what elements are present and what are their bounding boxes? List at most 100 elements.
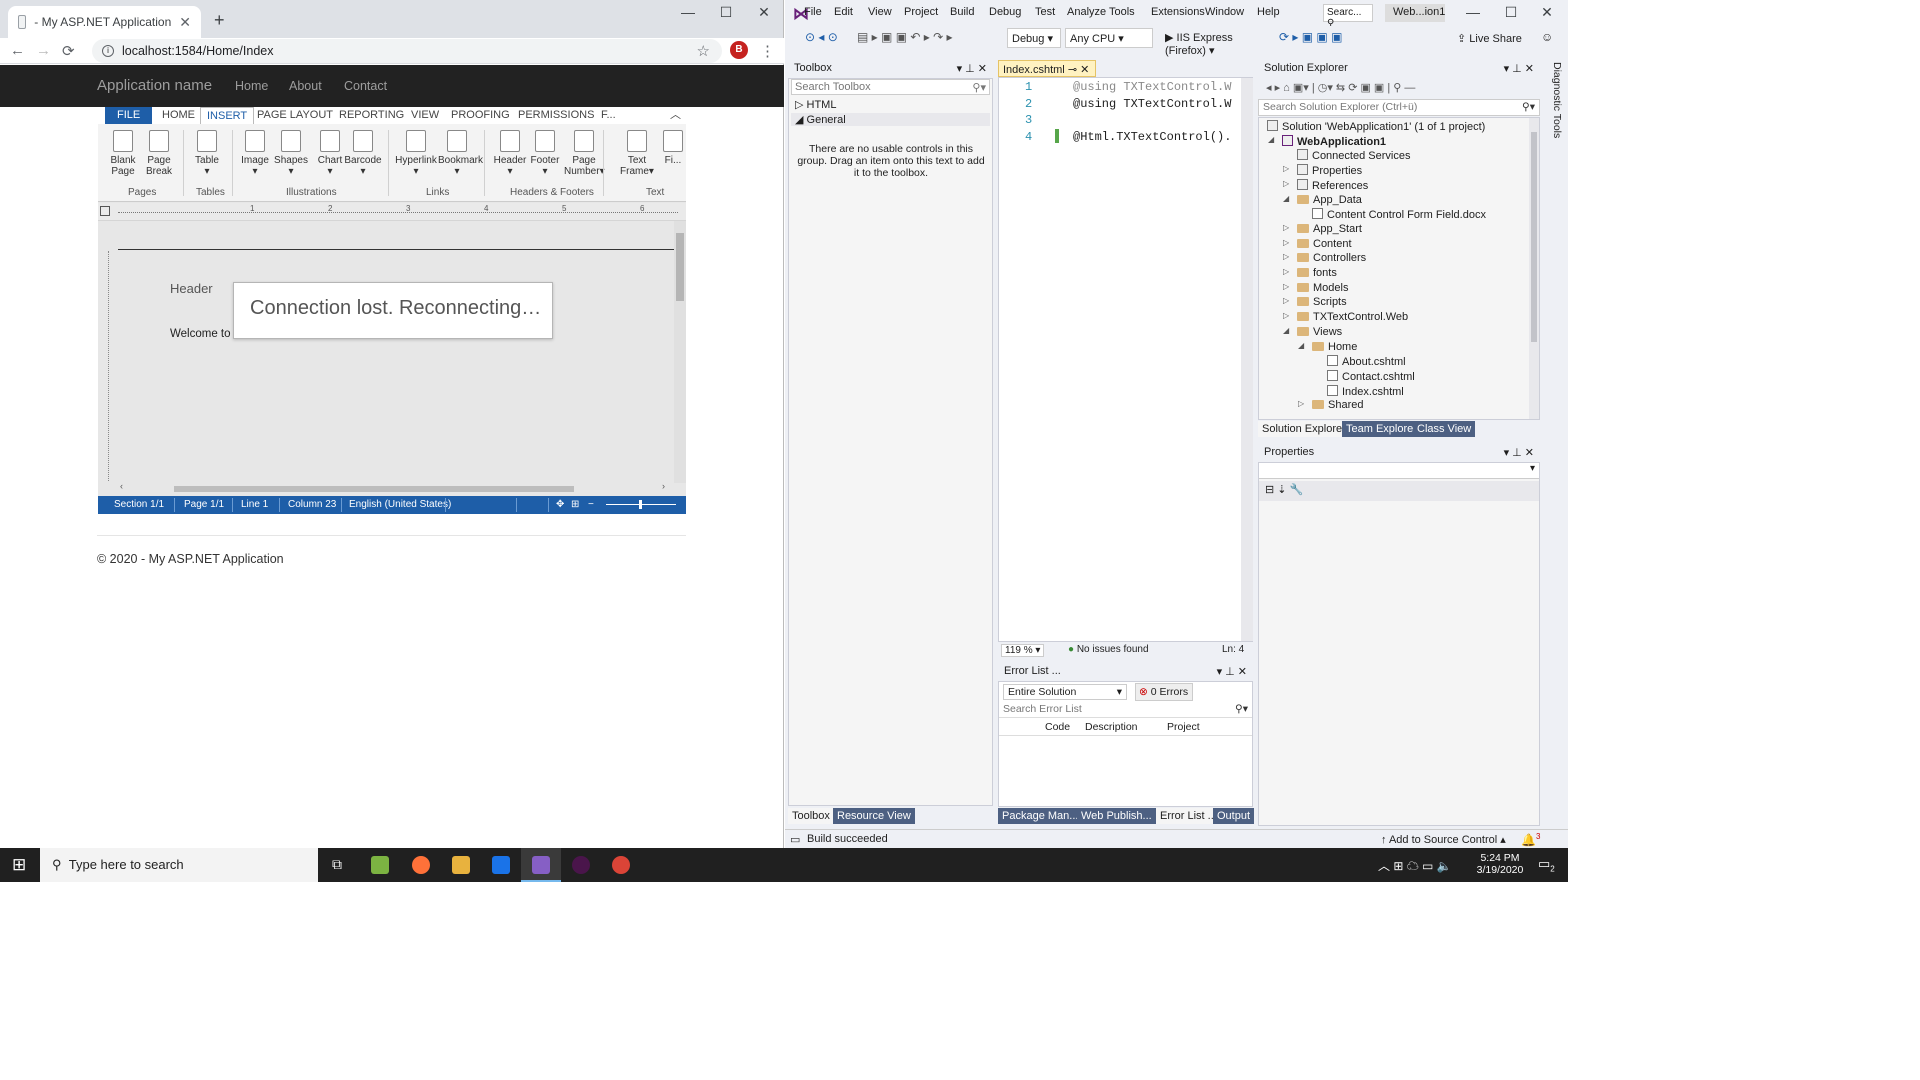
editor-vscroll[interactable] xyxy=(1241,78,1253,641)
footer-button[interactable]: Footer ▾ xyxy=(530,130,560,177)
clock[interactable]: 5:24 PM 3/19/2020 xyxy=(1472,852,1528,876)
col-code[interactable]: Code xyxy=(1045,721,1070,733)
horizontal-scrollbar[interactable]: ‹ › xyxy=(118,481,668,494)
collapse-icon[interactable]: ◢ xyxy=(1283,194,1289,203)
menu-window[interactable]: Window xyxy=(1205,6,1244,18)
nav-home[interactable]: Home xyxy=(235,79,268,93)
barcode-button[interactable]: Barcode ▾ xyxy=(344,130,382,177)
hyperlink-button[interactable]: Hyperlink ▾ xyxy=(394,130,438,177)
tab-class-view[interactable]: Class View xyxy=(1413,421,1476,437)
tab-more[interactable]: F... xyxy=(595,107,622,124)
teamviewer-icon[interactable] xyxy=(492,856,510,874)
menu-extensions[interactable]: Extensions xyxy=(1151,6,1205,18)
vs-close[interactable]: ✕ xyxy=(1527,4,1567,21)
site-brand[interactable]: Application name xyxy=(97,77,212,94)
tab-package-manager[interactable]: Package Man... xyxy=(998,808,1083,824)
scroll-thumb[interactable] xyxy=(676,233,684,301)
code-line[interactable]: 3 xyxy=(999,113,1239,129)
action-center-icon[interactable]: ▭2 xyxy=(1538,856,1555,874)
tree-item[interactable]: ▷ App_Start xyxy=(1283,223,1362,235)
tab-view[interactable]: VIEW xyxy=(405,107,445,124)
vs-maximize[interactable]: ☐ xyxy=(1491,4,1531,21)
table-button[interactable]: Table ▾ xyxy=(194,130,220,177)
notifications-icon[interactable]: 🔔3 xyxy=(1521,832,1540,847)
tree-item[interactable]: Index.cshtml xyxy=(1327,384,1404,398)
collapse-icon[interactable]: ◢ xyxy=(1283,326,1289,335)
menu-analyze[interactable]: Analyze xyxy=(1067,6,1106,18)
h-scroll-thumb[interactable] xyxy=(174,486,574,492)
notepad-icon[interactable] xyxy=(371,856,389,874)
error-search[interactable]: Search Error List ⚲▾ xyxy=(999,702,1252,718)
menu-project[interactable]: Project xyxy=(904,6,938,18)
page-number-button[interactable]: Page Number▾ xyxy=(564,130,605,177)
task-view-icon[interactable]: ⧉ xyxy=(332,856,342,873)
new-tab-button[interactable]: + xyxy=(214,10,225,31)
chrome-icon[interactable] xyxy=(612,856,630,874)
properties-toolbar[interactable]: ⊟ ⇣ 🔧 xyxy=(1259,481,1539,501)
tab-permissions[interactable]: PERMISSIONS xyxy=(512,107,600,124)
expand-icon[interactable]: ▷ xyxy=(1283,267,1289,276)
diagnostic-tools-tab[interactable]: Diagnostic Tools xyxy=(1545,60,1563,140)
text-frame-button[interactable]: Text Frame▾ xyxy=(620,130,654,177)
vs-search-box[interactable]: Searc... ⚲ xyxy=(1323,4,1373,29)
scope-dropdown[interactable]: Entire Solution ▾ xyxy=(1003,684,1127,700)
tree-item[interactable]: Connected Services xyxy=(1297,149,1410,162)
tree-item[interactable]: ▷ fonts xyxy=(1283,267,1337,279)
tree-item[interactable]: ▷ TXTextControl.Web xyxy=(1283,311,1408,323)
feedback-icon[interactable]: ☺ xyxy=(1541,30,1553,44)
close-tab-icon[interactable]: ✕ xyxy=(1080,64,1089,76)
expand-icon[interactable]: ▷ xyxy=(1283,179,1289,188)
se-search[interactable]: Search Solution Explorer (Ctrl+ü) ⚲▾ xyxy=(1258,99,1540,116)
body-text[interactable]: Welcome to T xyxy=(170,328,241,340)
zoom-dropdown[interactable]: 119 % ▾ xyxy=(1001,644,1045,657)
tree-item[interactable]: ◢ Views xyxy=(1283,326,1342,338)
tree-item[interactable]: ▷ Properties xyxy=(1283,164,1362,177)
expand-icon[interactable]: ▷ xyxy=(1298,399,1304,408)
firefox-icon[interactable] xyxy=(412,856,430,874)
tree-item[interactable]: ▷ Scripts xyxy=(1283,296,1347,308)
expand-icon[interactable]: ▷ xyxy=(1283,164,1289,173)
config-dropdown[interactable]: Debug ▾ xyxy=(1007,28,1061,48)
browser-menu-icon[interactable]: ⋮ xyxy=(760,42,775,60)
tree-item[interactable]: About.cshtml xyxy=(1327,355,1406,368)
chart-button[interactable]: Chart ▾ xyxy=(317,130,343,177)
header-text[interactable]: Header xyxy=(170,281,213,296)
maximize-button[interactable]: ☐ xyxy=(706,4,746,21)
zoom-out-icon[interactable]: − xyxy=(588,499,594,510)
source-control-button[interactable]: ↑ Add to Source Control ▴ xyxy=(1381,833,1506,846)
se-scroll-thumb[interactable] xyxy=(1531,132,1537,342)
tree-item[interactable]: ▷ Shared xyxy=(1298,399,1363,411)
url-field[interactable]: i localhost:1584/Home/Index ☆ xyxy=(92,39,722,63)
tree-item[interactable]: Content Control Form Field.docx xyxy=(1312,208,1486,221)
zoom-fit-icon[interactable]: ✥ xyxy=(556,499,564,510)
scroll-left-icon[interactable]: ‹ xyxy=(120,481,123,491)
properties-object-dropdown[interactable]: ▾ xyxy=(1259,463,1539,479)
bottom-tab-toolbox[interactable]: Toolbox xyxy=(788,808,834,824)
blank-page-button[interactable]: Blank Page xyxy=(106,130,140,177)
code-line[interactable]: 2 @using TXTextControl.W xyxy=(999,97,1239,113)
pin-icon[interactable]: ⊸ xyxy=(1068,64,1077,76)
code-editor[interactable]: 1 @using TXTextControl.W 2 @using TXTextCon… xyxy=(998,77,1253,642)
tab-proofing[interactable]: PROOFING xyxy=(445,107,516,124)
platform-dropdown[interactable]: Any CPU ▾ xyxy=(1065,28,1153,48)
col-description[interactable]: Description xyxy=(1085,721,1138,733)
menu-debug[interactable]: Debug xyxy=(989,6,1021,18)
bottom-tab-resource-view[interactable]: Resource View xyxy=(833,808,915,824)
image-button[interactable]: Image ▾ xyxy=(240,130,270,177)
forward-button[interactable]: → xyxy=(36,42,51,59)
vs-minimize[interactable]: — xyxy=(1453,4,1493,20)
profile-avatar[interactable]: B xyxy=(730,41,748,59)
header-button[interactable]: Header ▾ xyxy=(493,130,527,177)
minimize-button[interactable]: — xyxy=(668,4,708,20)
tree-item[interactable]: ▷ Controllers xyxy=(1283,252,1366,264)
close-tab-icon[interactable]: ✕ xyxy=(179,14,191,31)
save-all-icon[interactable]: ▤ ▸ ▣ ▣ ↶ ▸ ↷ ▸ xyxy=(857,30,953,44)
tree-item[interactable]: Contact.cshtml xyxy=(1327,369,1415,383)
live-share-button[interactable]: ⇪ Live Share xyxy=(1457,32,1522,45)
run-button[interactable]: ▶ IIS Express (Firefox) ▾ xyxy=(1161,28,1271,57)
slack-icon[interactable] xyxy=(572,856,590,874)
windows-start-icon[interactable]: ⊞ xyxy=(12,855,26,875)
expand-icon[interactable]: ▷ xyxy=(1283,282,1289,291)
expand-icon[interactable]: ▷ xyxy=(1283,223,1289,232)
tray-icons[interactable]: ︿ ⊞ ☁ ▭ 🔈 xyxy=(1378,857,1452,874)
